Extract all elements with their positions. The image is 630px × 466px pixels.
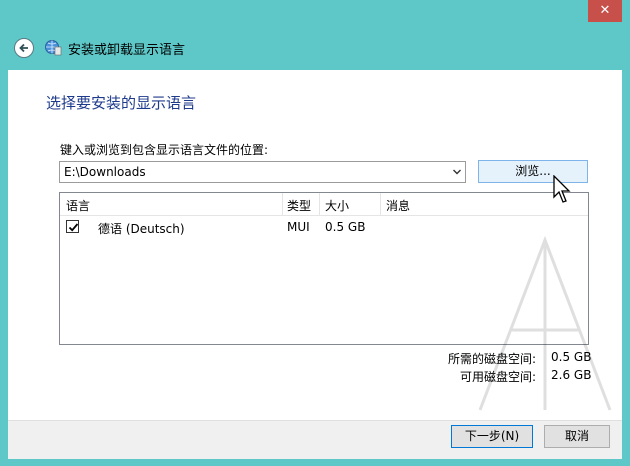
- mouse-cursor-icon: [553, 175, 571, 203]
- path-input[interactable]: E:\Downloads: [64, 165, 146, 179]
- column-header-type[interactable]: 类型: [287, 197, 311, 214]
- path-combobox[interactable]: E:\Downloads: [59, 161, 466, 183]
- column-divider: [380, 193, 381, 215]
- close-button[interactable]: ✕: [588, 0, 622, 22]
- window-frame: ✕ 安装或卸载显示语言 选择要安装的显示语言 键入或浏览到包含显示语言文件的位置…: [0, 0, 630, 466]
- column-header-size[interactable]: 大小: [325, 197, 349, 214]
- cancel-button[interactable]: 取消: [544, 425, 610, 448]
- language-name: 德语 (Deutsch): [98, 222, 185, 236]
- column-divider: [319, 193, 320, 215]
- chevron-down-icon[interactable]: [451, 166, 463, 178]
- column-header-language[interactable]: 语言: [66, 197, 90, 214]
- path-label: 键入或浏览到包含显示语言文件的位置:: [60, 143, 269, 157]
- page-heading: 选择要安装的显示语言: [46, 94, 197, 112]
- footer-bar: 下一步(N) 取消: [8, 420, 622, 459]
- close-icon: ✕: [599, 3, 611, 18]
- column-header-message[interactable]: 消息: [386, 197, 410, 214]
- language-globe-icon: [45, 40, 62, 56]
- nav-bar: 安装或卸载显示语言: [8, 30, 622, 66]
- window-title: 安装或卸载显示语言: [68, 43, 186, 58]
- language-type: MUI: [287, 220, 310, 234]
- title-bar: ✕: [0, 0, 630, 30]
- back-button[interactable]: [14, 38, 34, 58]
- language-checkbox[interactable]: [66, 220, 79, 233]
- next-button[interactable]: 下一步(N): [451, 425, 533, 448]
- language-size: 0.5 GB: [325, 220, 366, 234]
- watermark-graphic: [478, 235, 612, 411]
- column-divider: [282, 193, 283, 215]
- checkmark-icon: [68, 223, 79, 232]
- back-arrow-icon: [19, 43, 28, 53]
